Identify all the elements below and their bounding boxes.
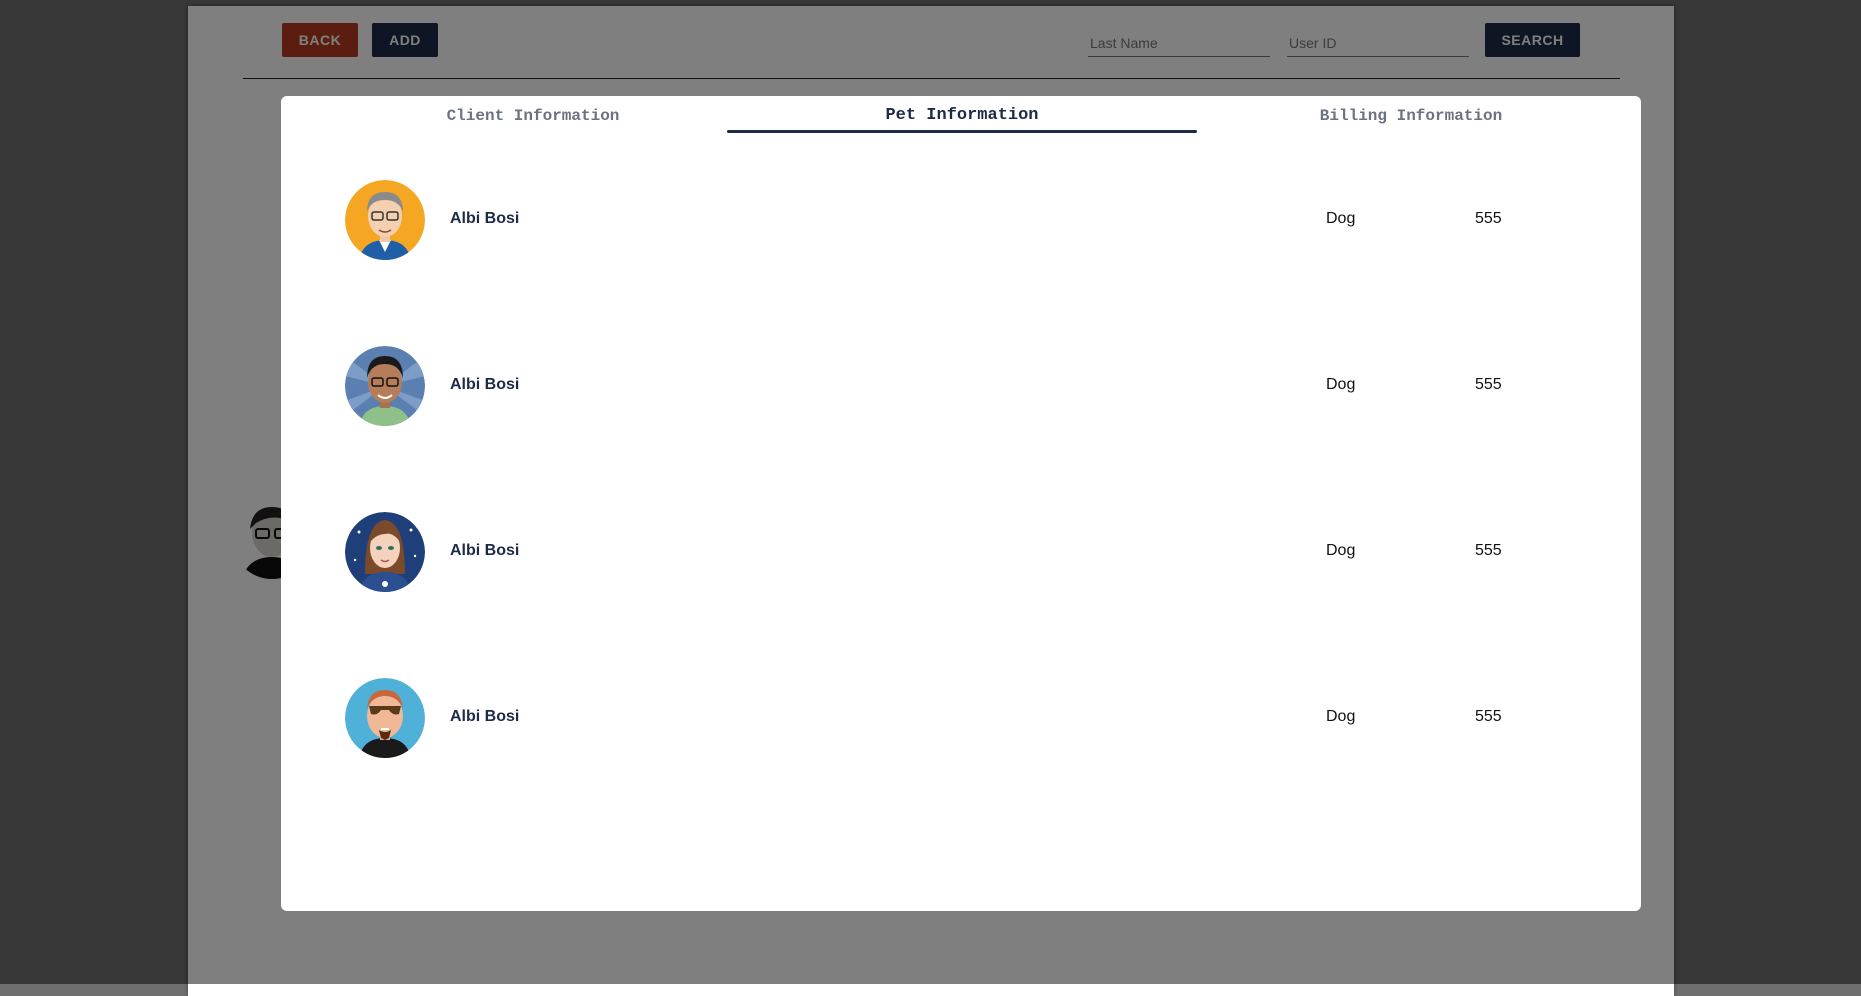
pet-type: Dog — [1326, 210, 1356, 227]
list-item[interactable]: Albi Bosi Dog 555 — [281, 302, 1641, 468]
woman-avatar-icon — [345, 512, 425, 592]
man-glasses-avatar-icon — [345, 346, 425, 426]
active-tab-indicator — [727, 130, 1197, 133]
pet-type: Dog — [1326, 708, 1356, 725]
pet-name: Albi Bosi — [450, 542, 520, 559]
tab-client-information[interactable]: Client Information — [281, 96, 785, 133]
list-item[interactable]: Albi Bosi Dog 555 — [281, 634, 1641, 800]
pet-type: Dog — [1326, 376, 1356, 393]
tab-billing-information[interactable]: Billing Information — [1176, 96, 1646, 133]
pet-type: Dog — [1326, 542, 1356, 559]
list-item[interactable]: Albi Bosi Dog 555 — [281, 468, 1641, 634]
list-item[interactable]: Albi Bosi Dog 555 — [281, 136, 1641, 302]
man-glasses-avatar-icon — [345, 180, 425, 260]
tab-pet-information[interactable]: Pet Information — [727, 96, 1197, 133]
pet-name: Albi Bosi — [450, 210, 520, 227]
modal-tabs: Client Information Pet Information Billi… — [281, 96, 1641, 136]
man-sunglasses-avatar-icon — [345, 678, 425, 758]
pet-phone: 555 — [1475, 708, 1502, 725]
pet-name: Albi Bosi — [450, 376, 520, 393]
pet-name: Albi Bosi — [450, 708, 520, 725]
pet-phone: 555 — [1475, 210, 1502, 227]
pet-information-modal: Client Information Pet Information Billi… — [281, 96, 1641, 911]
pet-phone: 555 — [1475, 376, 1502, 393]
pet-phone: 555 — [1475, 542, 1502, 559]
